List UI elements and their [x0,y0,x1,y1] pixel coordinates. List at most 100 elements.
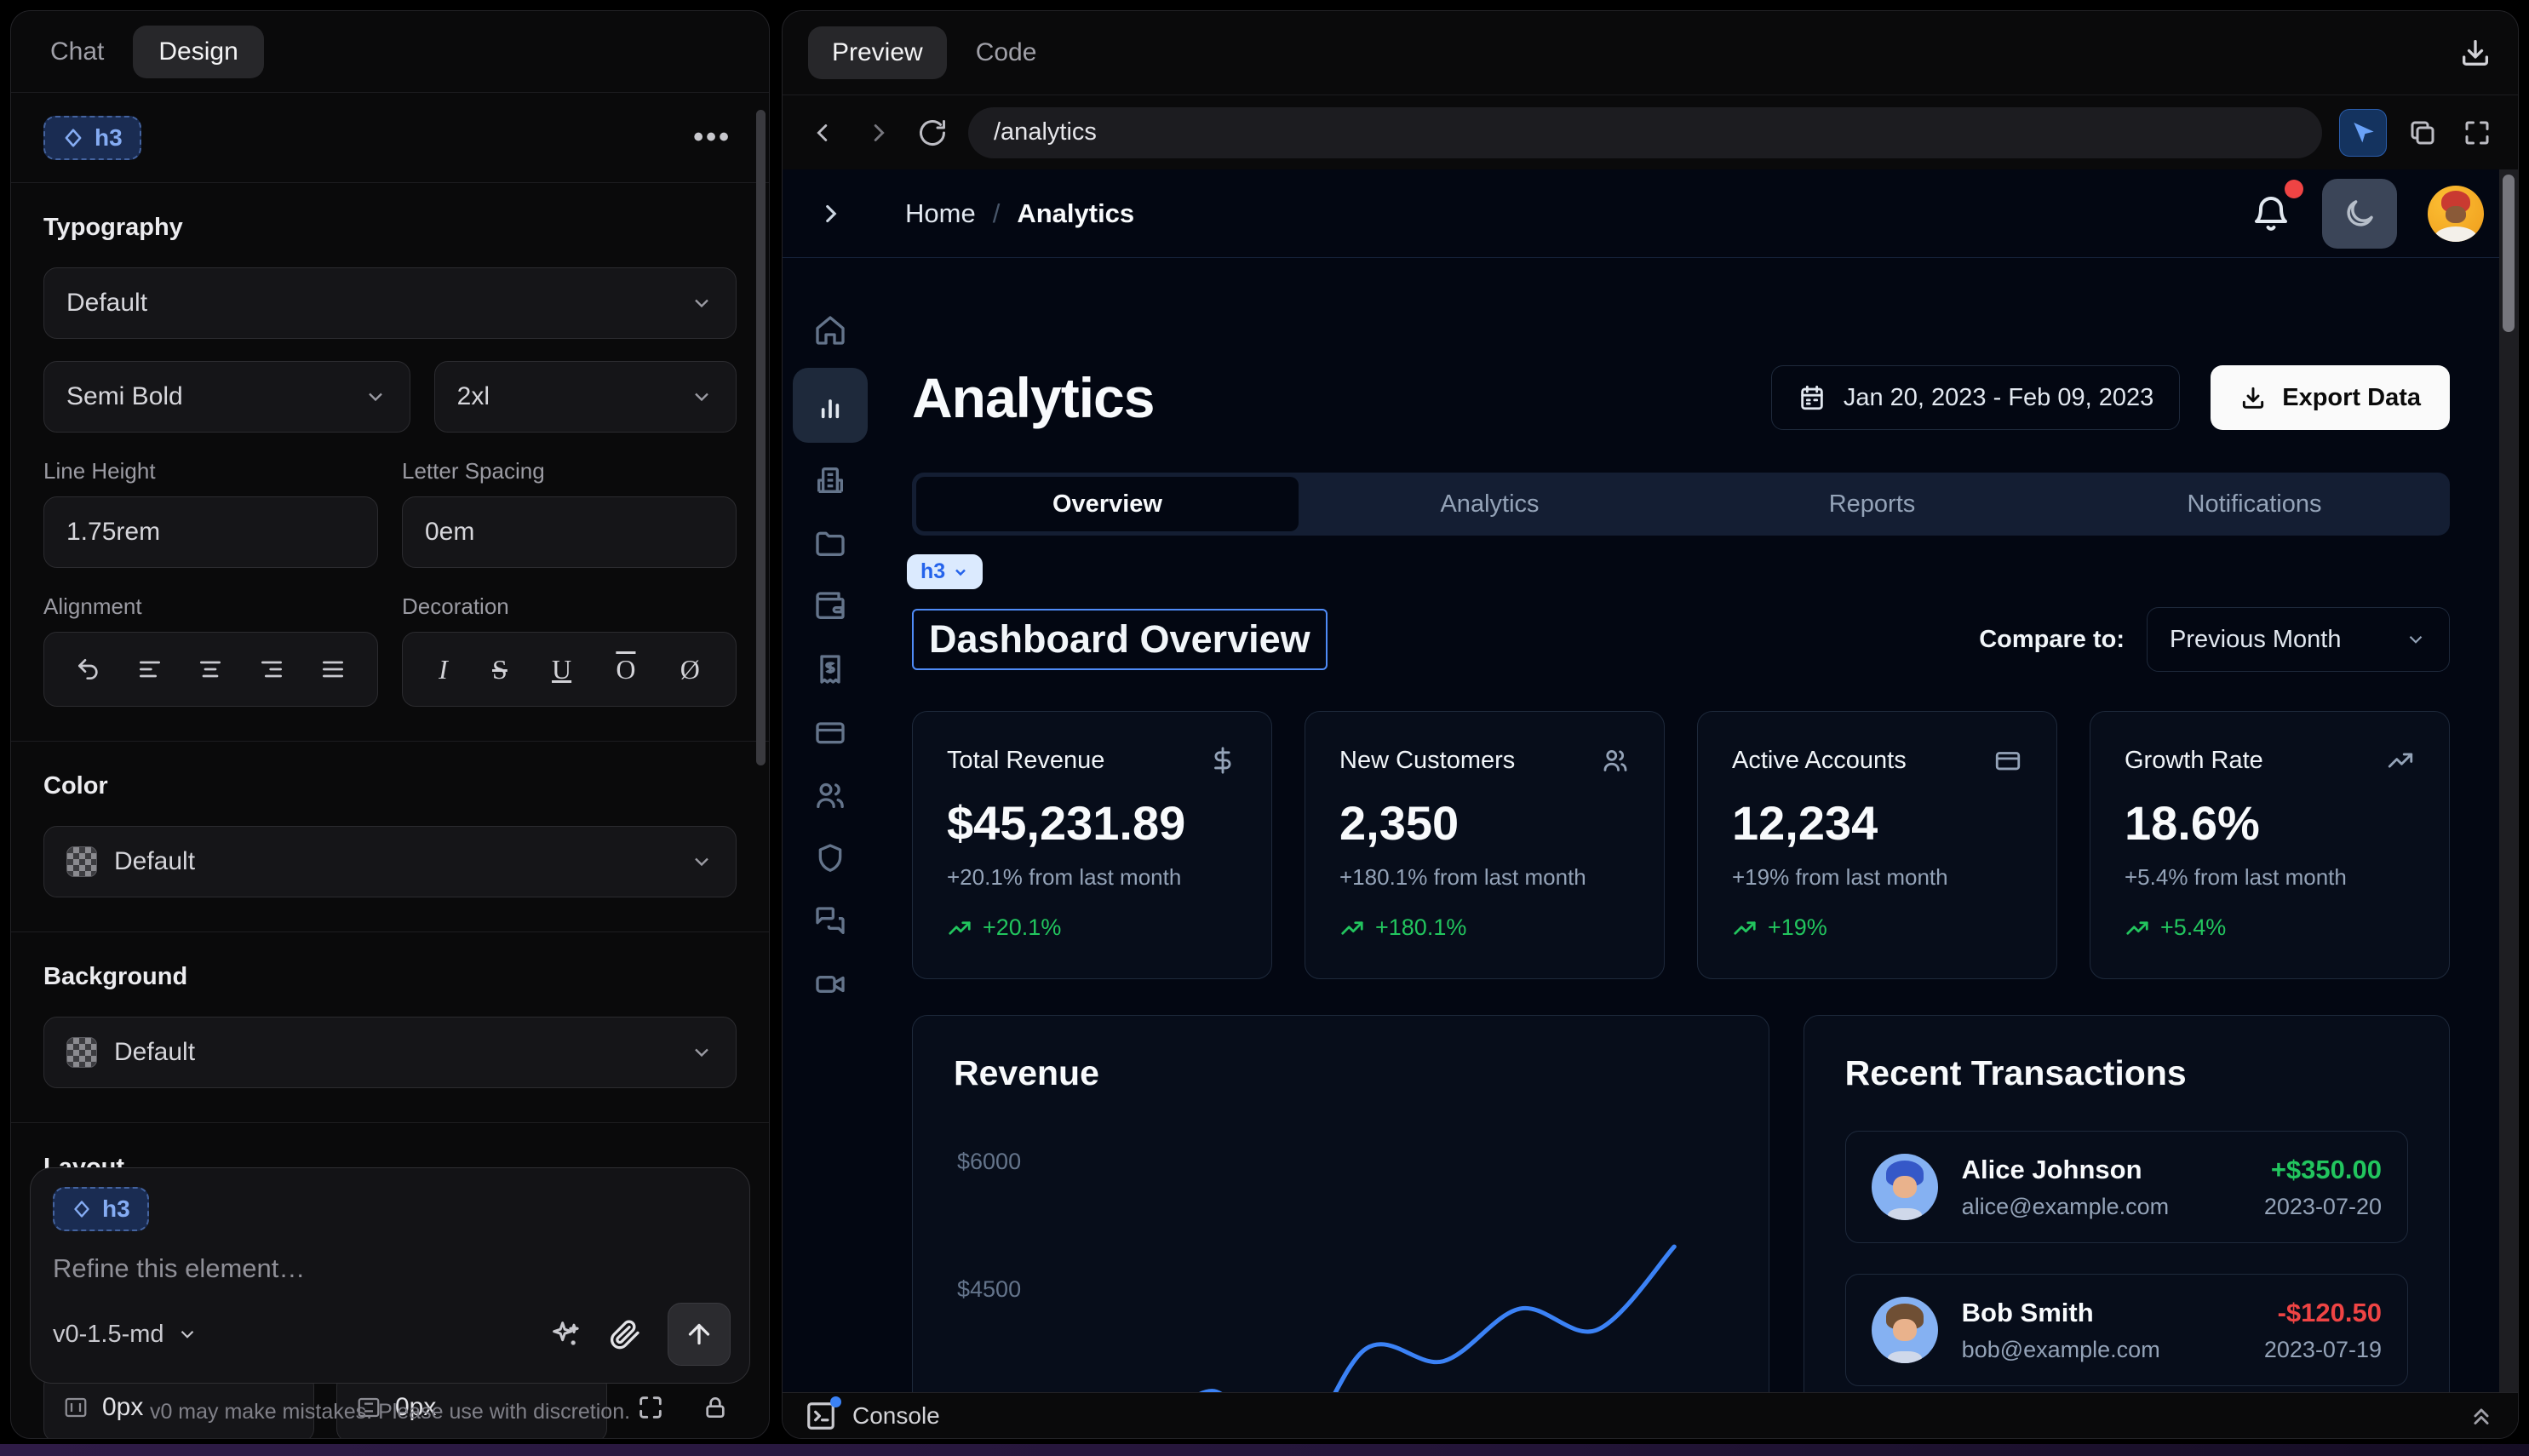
section-title-selected[interactable]: Dashboard Overview [912,609,1328,670]
italic-icon[interactable]: I [439,654,448,685]
background-swatch [66,1037,97,1068]
home-icon [813,313,847,347]
user-avatar[interactable] [2428,186,2484,242]
sidebar-item-video[interactable] [783,953,878,1016]
sidebar-item-security[interactable] [783,827,878,890]
trending-up-icon [1732,915,1758,941]
chevrons-up-icon[interactable] [2467,1402,2496,1430]
align-right-icon[interactable] [258,656,285,683]
chevron-down-icon [364,385,387,409]
trending-up-icon [947,915,972,941]
model-name: v0-1.5-md [53,1321,164,1349]
model-select[interactable]: v0-1.5-md [53,1321,198,1349]
sidebar-item-customers[interactable] [783,764,878,827]
align-center-icon[interactable] [197,656,224,683]
tab-design[interactable]: Design [133,26,263,78]
typography-title: Typography [43,214,737,242]
undo-icon[interactable] [75,656,102,683]
forward-icon[interactable] [859,114,897,152]
tab-analytics[interactable]: Analytics [1299,477,1681,531]
sidebar-item-files[interactable] [783,512,878,575]
chevron-down-icon [690,385,714,409]
stat-subtext: +20.1% from last month [947,864,1237,891]
sidebar-item-organization[interactable] [783,449,878,512]
color-swatch [66,846,97,877]
notifications-button[interactable] [2251,193,2291,234]
breadcrumb-separator: / [993,198,1001,229]
diamond-icon [72,1199,92,1219]
dashboard-content: Analytics Jan 20, 2023 - Feb 09, 2023 Ex… [878,258,2518,1392]
select-element-tool[interactable] [2339,109,2387,157]
letter-spacing-input[interactable]: 0em [402,496,737,568]
selected-element-row: h3 ••• [11,93,769,183]
no-decoration-icon[interactable]: Ø [680,654,700,685]
refresh-icon[interactable] [914,114,951,152]
date-range-button[interactable]: Jan 20, 2023 - Feb 09, 2023 [1771,365,2180,430]
copy-icon[interactable] [2404,114,2441,152]
stat-trend-value: +5.4% [2160,914,2226,941]
stat-value: 2,350 [1339,795,1630,851]
font-family-select[interactable]: Default [43,267,737,339]
stat-card-active-accounts: Active Accounts 12,234 +19% from last mo… [1697,711,2057,979]
tab-reports[interactable]: Reports [1681,477,2063,531]
background-select[interactable]: Default [43,1017,737,1088]
transaction-email: bob@example.com [1962,1337,2160,1363]
background-title: Background [43,963,737,991]
strikethrough-icon[interactable]: S [492,654,508,685]
theme-toggle-button[interactable] [2322,179,2397,249]
align-left-icon[interactable] [136,656,163,683]
font-size-select[interactable]: 2xl [434,361,737,433]
fullscreen-icon[interactable] [2458,114,2496,152]
composer-element-badge[interactable]: h3 [53,1187,149,1231]
sparkles-icon[interactable] [548,1317,582,1351]
compare-select[interactable]: Previous Month [2147,607,2450,672]
download-icon[interactable] [2458,36,2492,70]
tab-overview[interactable]: Overview [916,477,1299,531]
sidebar-toggle-icon[interactable] [817,199,846,228]
breadcrumb-home[interactable]: Home [905,198,976,229]
sidebar-item-invoices[interactable] [783,638,878,701]
tab-chat[interactable]: Chat [50,37,104,66]
underline-icon[interactable]: U [552,654,571,685]
tab-code[interactable]: Code [976,38,1037,67]
console-activity-dot [830,1396,841,1407]
selected-element-badge[interactable]: h3 [43,116,141,160]
sidebar-item-messages[interactable] [783,890,878,953]
chevron-down-icon [690,1040,714,1064]
selected-tag-pill[interactable]: h3 [907,554,983,589]
transaction-date: 2023-07-19 [2264,1337,2382,1363]
console-bar[interactable]: Console [783,1392,2518,1438]
design-panel-scrollbar[interactable] [756,110,766,765]
selected-element-tag: h3 [95,124,123,152]
typography-section: Typography Default Semi Bold 2xl [43,183,737,741]
url-input[interactable]: /analytics [968,107,2322,158]
sidebar-item-wallet[interactable] [783,575,878,638]
export-data-button[interactable]: Export Data [2211,365,2450,430]
font-weight-select[interactable]: Semi Bold [43,361,410,433]
overline-icon[interactable]: O [616,654,635,685]
send-button[interactable] [668,1303,731,1366]
page-title: Analytics [912,365,1154,430]
sidebar-item-payments[interactable] [783,701,878,764]
chevron-down-icon [952,564,969,581]
more-options-icon[interactable]: ••• [693,121,731,154]
scrollbar-thumb[interactable] [2503,175,2515,332]
sidebar-item-home[interactable] [783,299,878,362]
align-justify-icon[interactable] [319,656,347,683]
back-icon[interactable] [805,114,842,152]
transaction-date: 2023-07-20 [2264,1194,2382,1220]
line-height-input[interactable]: 1.75rem [43,496,378,568]
stat-trend-value: +19% [1768,914,1827,941]
tab-notifications[interactable]: Notifications [2063,477,2446,531]
preview-scrollbar[interactable] [2499,169,2518,1392]
transaction-row[interactable]: Alice Johnsonalice@example.com +$350.002… [1845,1131,2408,1243]
decoration-label: Decoration [402,593,737,620]
composer-input[interactable]: Refine this element… [53,1253,727,1284]
transaction-row[interactable]: Bob Smithbob@example.com -$120.502023-07… [1845,1274,2408,1386]
paperclip-icon[interactable] [608,1317,642,1351]
stat-value: 12,234 [1732,795,2022,851]
v0-app: Chat Design h3 ••• Typography Default Se… [0,0,2529,1449]
color-select[interactable]: Default [43,826,737,897]
sidebar-item-analytics[interactable] [783,368,878,443]
tab-preview[interactable]: Preview [808,26,947,79]
